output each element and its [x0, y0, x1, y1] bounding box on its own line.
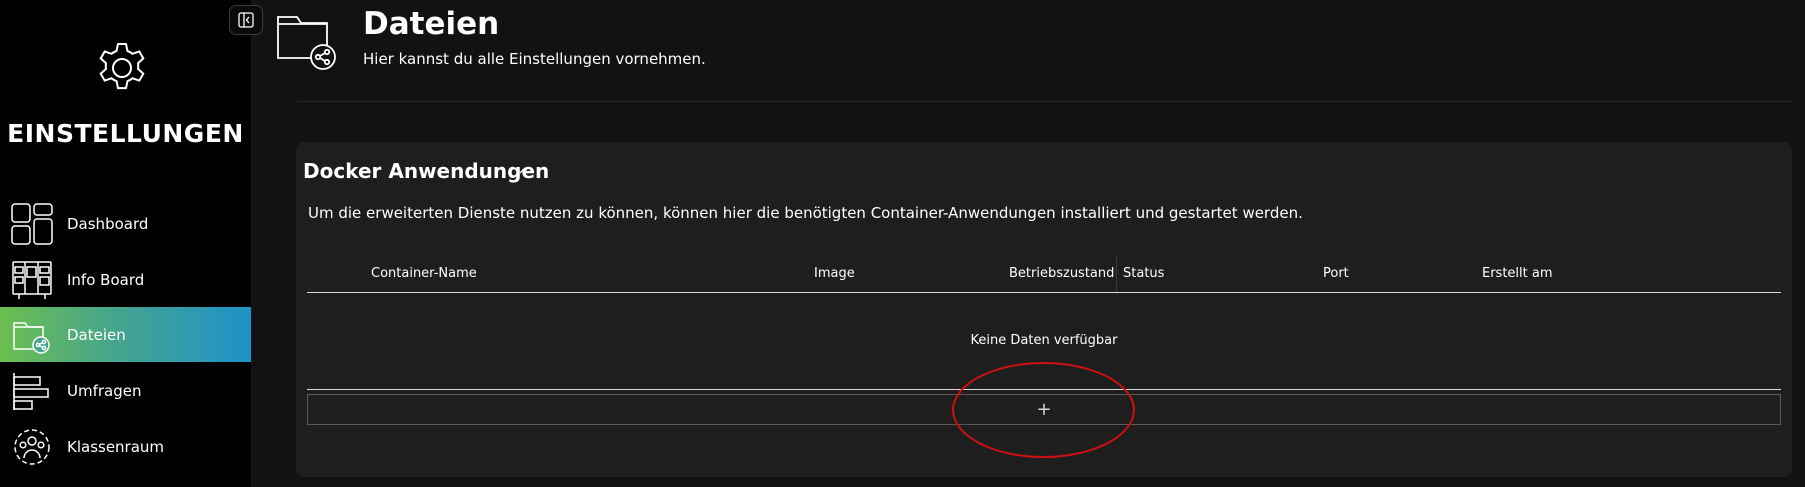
sidebar-item-label: Umfragen [67, 381, 142, 400]
add-container-button[interactable]: + [307, 394, 1781, 425]
column-header-container-name[interactable]: Container-Name [371, 266, 477, 281]
table-header: Container-Name Image Betriebszustand Sta… [307, 256, 1781, 293]
docker-apps-card: Docker Anwendungen Um die erweiterten Di… [296, 142, 1792, 477]
bar-chart-icon [11, 370, 53, 412]
column-header-image[interactable]: Image [814, 266, 855, 281]
divider [297, 101, 1792, 102]
shared-folder-icon [11, 314, 53, 356]
sidebar-item-label: Info Board [67, 270, 145, 289]
kanban-board-icon [11, 259, 53, 301]
gear-icon [94, 40, 150, 96]
page-title: Dateien [363, 6, 500, 42]
column-header-erstellt-am[interactable]: Erstellt am [1482, 266, 1553, 281]
sidebar-item-klassenraum[interactable]: Klassenraum [0, 419, 251, 474]
empty-state-text: Keine Daten verfügbar [970, 333, 1118, 348]
sidebar-item-label: Dateien [67, 325, 126, 344]
sidebar-item-dateien[interactable]: Dateien [0, 307, 251, 362]
sidebar-collapse-icon [238, 12, 254, 28]
column-divider [1116, 256, 1117, 292]
card-description: Um die erweiterten Dienste nutzen zu kön… [308, 204, 1303, 222]
column-header-port[interactable]: Port [1323, 266, 1349, 281]
app-title: EINSTELLUNGEN [7, 119, 244, 148]
plus-icon: + [1036, 399, 1052, 420]
shared-folder-icon [275, 12, 337, 72]
collapse-sidebar-button[interactable] [229, 5, 263, 35]
page-subtitle: Hier kannst du alle Einstellungen vorneh… [363, 50, 706, 68]
sidebar-item-label: Dashboard [67, 214, 149, 233]
sidebar-item-dashboard[interactable]: Dashboard [0, 196, 251, 251]
card-title[interactable]: Docker Anwendungen [303, 159, 549, 183]
column-header-betriebszustand[interactable]: Betriebszustand [1009, 266, 1114, 281]
sidebar-item-umfragen[interactable]: Umfragen [0, 363, 251, 418]
group-settings-icon [11, 426, 53, 468]
divider [307, 389, 1781, 390]
column-header-status[interactable]: Status [1123, 266, 1164, 281]
chevron-up-icon[interactable] [517, 163, 531, 177]
dashboard-icon [11, 202, 53, 245]
sidebar: EINSTELLUNGEN Dashboard Info Board Datei… [0, 0, 251, 487]
sidebar-item-info-board[interactable]: Info Board [0, 252, 251, 307]
sidebar-item-label: Klassenraum [67, 437, 165, 456]
